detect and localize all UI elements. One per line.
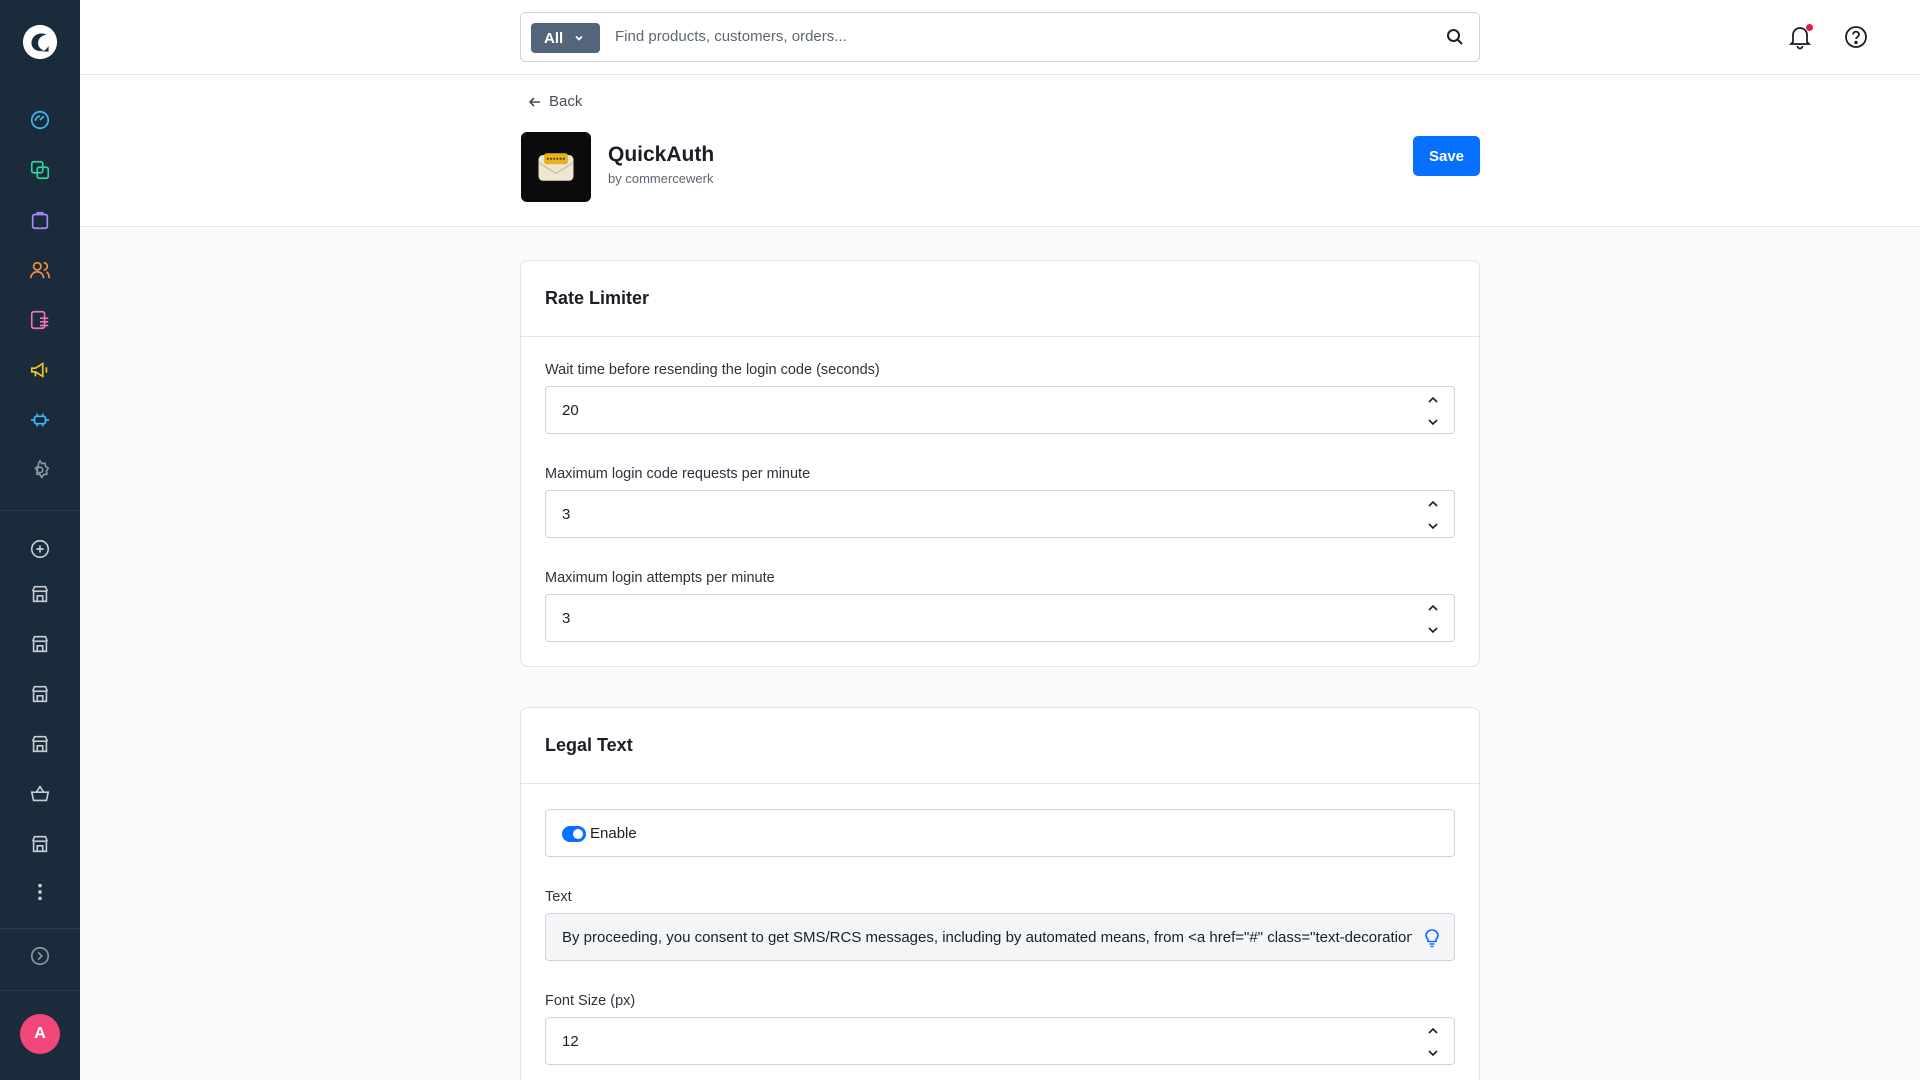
chevron-down-icon — [575, 35, 583, 41]
orders-icon[interactable] — [28, 208, 52, 232]
envelope-icon — [538, 153, 574, 181]
number-stepper — [1426, 393, 1442, 429]
help-button[interactable] — [1843, 24, 1869, 50]
help-icon — [1845, 26, 1867, 48]
legal-text-label: Text — [545, 889, 572, 905]
enable-label: Enable — [590, 825, 637, 842]
number-stepper — [1426, 1024, 1442, 1060]
settings-icon[interactable] — [28, 458, 52, 482]
app-author: by commercewerk — [608, 171, 714, 186]
chevron-down-icon[interactable] — [1426, 1046, 1440, 1060]
code-requests-label: Maximum login code requests per minute — [545, 466, 811, 482]
sales-channel-storefront-icon[interactable] — [28, 832, 52, 856]
add-sales-channel-icon[interactable] — [28, 537, 52, 561]
chevron-down-icon[interactable] — [1426, 519, 1440, 533]
legal-text-card: Legal Text Enable Text By proceeding, yo… — [520, 707, 1480, 1080]
input-value: 3 — [562, 610, 571, 627]
sidebar-divider — [0, 928, 80, 929]
sales-channel-storefront-icon[interactable] — [28, 732, 52, 756]
resend-wait-label: Wait time before resending the login cod… — [545, 362, 880, 378]
chevron-up-icon[interactable] — [1426, 393, 1440, 407]
notifications-button[interactable] — [1787, 24, 1813, 50]
extensions-icon[interactable] — [28, 408, 52, 432]
more-icon[interactable] — [28, 880, 52, 904]
back-label: Back — [549, 93, 583, 110]
legal-text-input[interactable]: By proceeding, you consent to get SMS/RC… — [545, 913, 1455, 961]
notification-badge — [1806, 24, 1813, 31]
save-button[interactable]: Save — [1413, 136, 1480, 176]
input-value: 12 — [562, 1033, 579, 1050]
enable-legal-text-field: Enable — [545, 809, 1455, 857]
marketing-icon[interactable] — [28, 358, 52, 382]
app-logo — [521, 132, 591, 202]
search-scope-label: All — [544, 29, 564, 47]
number-stepper — [1426, 497, 1442, 533]
code-requests-input[interactable]: 3 — [545, 490, 1455, 538]
resend-wait-input[interactable]: 20 — [545, 386, 1455, 434]
sidebar-divider — [0, 990, 80, 991]
font-size-input[interactable]: 12 — [545, 1017, 1455, 1065]
input-value: 3 — [562, 506, 571, 523]
chevron-down-icon[interactable] — [1426, 415, 1440, 429]
ai-assistant-icon[interactable] — [1422, 928, 1442, 948]
font-size-label: Font Size (px) — [545, 993, 636, 1009]
rate-limiter-card: Rate Limiter Wait time before resending … — [520, 260, 1480, 667]
chevron-up-icon[interactable] — [1426, 497, 1440, 511]
global-search[interactable]: All Find products, customers, orders... — [520, 12, 1480, 62]
page-header: Back QuickAuth by commercewerk Save — [80, 75, 1920, 227]
input-value: 20 — [562, 402, 579, 419]
card-title: Legal Text — [521, 708, 1479, 784]
expand-sidebar-icon[interactable] — [28, 944, 52, 968]
content-icon[interactable] — [28, 308, 52, 332]
page-title: QuickAuth — [608, 143, 715, 166]
card-title: Rate Limiter — [521, 261, 1479, 337]
arrow-left-icon — [528, 96, 540, 107]
back-link[interactable]: Back — [528, 93, 582, 110]
app-logo-icon[interactable] — [21, 23, 59, 61]
catalogues-icon[interactable] — [28, 158, 52, 182]
chevron-down-icon[interactable] — [1426, 623, 1440, 637]
chevron-up-icon[interactable] — [1426, 601, 1440, 615]
sales-channel-storefront-icon[interactable] — [28, 682, 52, 706]
sidebar-divider — [0, 510, 80, 511]
user-avatar[interactable]: A — [20, 1014, 60, 1054]
search-input[interactable]: Find products, customers, orders... — [615, 28, 847, 45]
sidebar: A — [0, 0, 80, 1080]
search-icon[interactable] — [1445, 27, 1465, 47]
customers-icon[interactable] — [28, 258, 52, 282]
enable-toggle[interactable] — [562, 826, 586, 842]
login-attempts-input[interactable]: 3 — [545, 594, 1455, 642]
sales-channel-storefront-icon[interactable] — [28, 632, 52, 656]
top-bar: All Find products, customers, orders... — [80, 0, 1920, 75]
dashboard-icon[interactable] — [28, 108, 52, 132]
login-attempts-label: Maximum login attempts per minute — [545, 570, 775, 586]
sales-channel-storefront-icon[interactable] — [28, 582, 52, 606]
sales-channel-basket-icon[interactable] — [28, 782, 52, 806]
input-value: By proceeding, you consent to get SMS/RC… — [562, 929, 1412, 946]
chevron-up-icon[interactable] — [1426, 1024, 1440, 1038]
search-scope-select[interactable]: All — [531, 23, 600, 53]
number-stepper — [1426, 601, 1442, 637]
